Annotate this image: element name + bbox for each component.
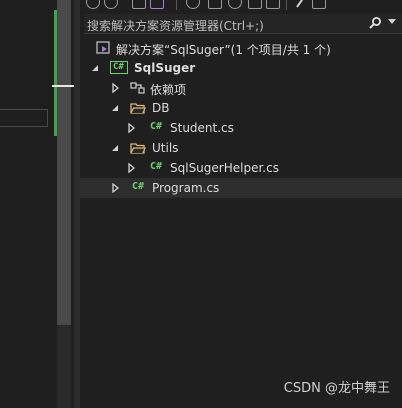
dependencies-icon [130,82,145,94]
collapsed-arrow-icon[interactable] [126,123,136,133]
expanded-arrow-icon[interactable] [110,103,120,113]
show-all-files-icon[interactable] [248,0,262,9]
editor-field[interactable] [0,109,48,127]
copy-icon[interactable] [266,0,280,9]
program-file-label: Program.cs [152,181,220,195]
folder-utils-label: Utils [152,141,179,155]
editor-pane [0,0,54,408]
collapsed-arrow-icon[interactable] [110,83,120,93]
csharp-file-icon: C# [150,161,163,172]
back-icon[interactable] [86,0,100,9]
tree-item-dependencies[interactable]: 依赖项 [80,78,402,98]
project-label: SqlSuger [134,61,196,75]
tree-item-folder-utils[interactable]: Utils [80,138,402,158]
search-options-dropdown-icon[interactable] [388,19,396,24]
explorer-toolbar [80,0,402,12]
tree-item-student-cs[interactable]: C# Student.cs [80,118,402,138]
solution-icon [96,41,110,54]
open-folder-icon [130,143,146,154]
project-badge: C# [113,62,124,72]
student-file-label: Student.cs [170,121,234,135]
tree-item-folder-db[interactable]: DB [80,98,402,118]
scrollbar-thumb[interactable] [57,0,71,325]
forward-icon[interactable] [104,0,118,9]
solution-explorer: 搜索解决方案资源管理器(Ctrl+;) 解决方案“SqlSuger”(1 个项目… [80,0,402,408]
wrench-icon[interactable] [294,0,308,9]
tree-item-program-cs[interactable]: C# Program.cs [80,178,402,198]
toolbar-separator [286,0,287,10]
folder-db-label: DB [152,101,170,115]
tree-item-helper-cs[interactable]: C# SqlSugerHelper.cs [80,158,402,178]
watermark: CSDN @龙中舞王 [283,381,390,396]
vs-switch-view-icon[interactable] [150,0,164,9]
open-folder-icon [130,103,146,114]
toolbar-separator [176,0,177,10]
properties-icon[interactable] [312,0,326,9]
tree-item-solution[interactable]: 解决方案“SqlSuger”(1 个项目/共 1 个) [80,38,402,58]
history-icon[interactable] [186,0,200,9]
csharp-file-icon: C# [150,121,163,132]
search-box[interactable]: 搜索解决方案资源管理器(Ctrl+;) [84,14,402,34]
home-icon[interactable] [132,0,146,9]
dependencies-label: 依赖项 [150,83,187,97]
search-icon[interactable] [368,16,382,30]
search-placeholder: 搜索解决方案资源管理器(Ctrl+;) [87,19,264,33]
tree-item-project[interactable]: C# SqlSuger [80,58,402,78]
helper-file-label: SqlSugerHelper.cs [170,161,279,175]
solution-label: 解决方案“SqlSuger”(1 个项目/共 1 个) [116,43,331,57]
csharp-file-icon: C# [132,181,145,192]
refresh-icon[interactable] [228,0,242,9]
collapse-icon[interactable] [208,0,222,9]
collapsed-arrow-icon[interactable] [110,183,120,193]
scroll-position-marker [52,85,74,87]
expanded-arrow-icon[interactable] [90,63,100,73]
collapsed-arrow-icon[interactable] [126,163,136,173]
expanded-arrow-icon[interactable] [110,143,120,153]
